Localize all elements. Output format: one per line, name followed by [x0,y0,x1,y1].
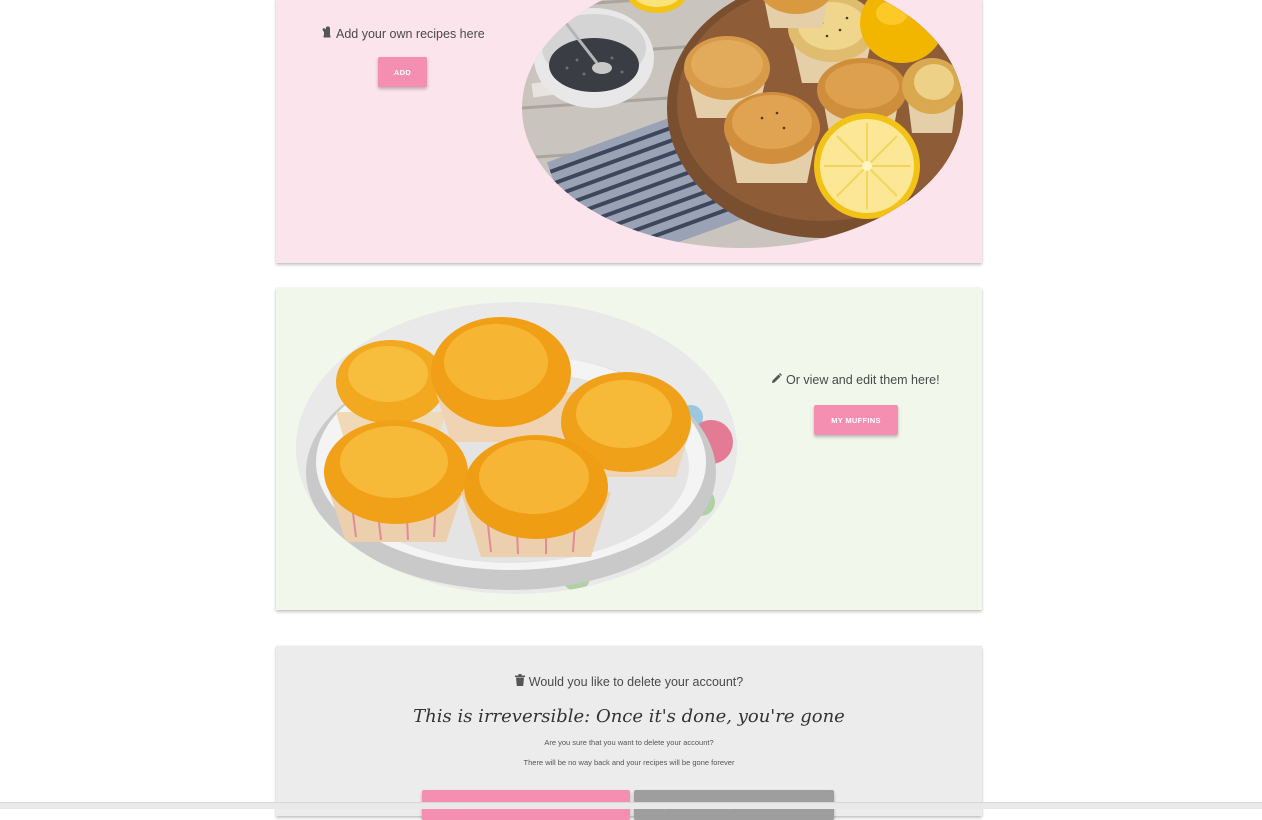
add-recipe-prompt: Add your own recipes here [321,26,485,41]
delete-confirm-question: Are you sure that you want to delete you… [544,738,714,747]
delete-account-card: Would you like to delete your account? T… [276,646,982,820]
view-edit-prompt: Or view and edit them here! [771,373,940,387]
trash-icon [514,674,525,689]
delete-confirm-note: There will be no way back and your recip… [523,758,735,767]
oven-mitt-icon [321,26,332,41]
orange-muffins-image [296,302,737,594]
add-button[interactable]: ADD [378,57,427,87]
lemon-poppyseed-muffins-image [522,0,963,248]
add-recipe-card: Add your own recipes here ADD [276,0,982,263]
add-recipe-prompt-text: Add your own recipes here [336,26,485,41]
delete-account-prompt-text: Would you like to delete your account? [528,674,744,689]
my-muffins-button[interactable]: MY MUFFINS [814,405,898,435]
view-edit-prompt-text: Or view and edit them here! [786,373,940,387]
irreversible-warning: This is irreversible: Once it's done, yo… [413,706,845,727]
my-muffins-card: Or view and edit them here! MY MUFFINS [276,288,982,610]
pencil-icon [771,373,782,387]
delete-account-prompt: Would you like to delete your account? [276,674,982,689]
